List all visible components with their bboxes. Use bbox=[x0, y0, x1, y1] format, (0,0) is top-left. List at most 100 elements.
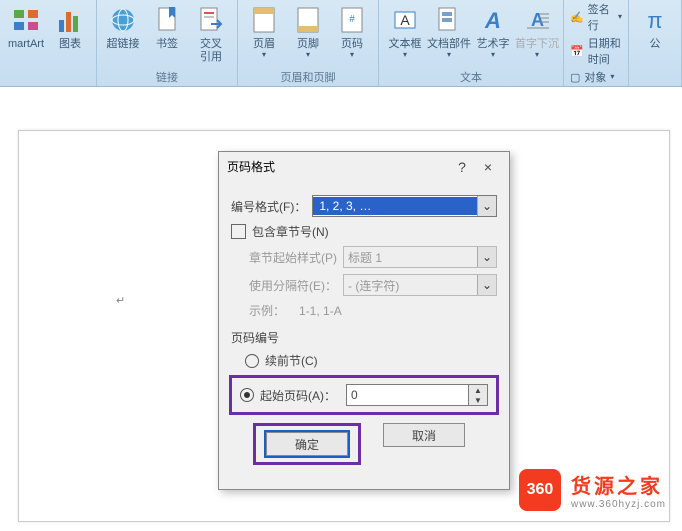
number-format-select[interactable]: 1, 2, 3, … ⌄ bbox=[312, 195, 497, 217]
start-at-label: 起始页码(A)： bbox=[260, 387, 336, 404]
ribbon-group-links: 超链接 书签 交叉 引用 链接 bbox=[97, 0, 238, 86]
textbox-icon: A bbox=[389, 4, 421, 36]
separator-select: - (连字符) ⌄ bbox=[343, 274, 497, 296]
close-button[interactable]: × bbox=[475, 159, 501, 175]
watermark-url: www.360hyzj.com bbox=[571, 499, 666, 510]
ribbon-label: 签名行 bbox=[588, 1, 614, 33]
watermark-badge: 360 bbox=[519, 469, 561, 511]
ribbon-label: 超链接 bbox=[107, 38, 140, 51]
chevron-down-icon: ▾ bbox=[535, 51, 539, 59]
ribbon-item-equation[interactable]: π 公 bbox=[633, 2, 677, 53]
smartart-icon bbox=[10, 4, 42, 36]
bookmark-icon bbox=[151, 4, 183, 36]
globe-icon bbox=[107, 4, 139, 36]
chevron-down-icon: ▾ bbox=[491, 51, 495, 59]
calendar-icon: 📅 bbox=[570, 45, 584, 58]
text-cursor: ↵ bbox=[116, 294, 125, 307]
section-pagenumbering: 页码编号 bbox=[231, 329, 497, 346]
ribbon-item-wordart[interactable]: A 艺术字 ▾ bbox=[471, 2, 515, 61]
chevron-down-icon: ▾ bbox=[306, 51, 310, 59]
ribbon-item-signature[interactable]: ✍ 签名行 ▾ bbox=[570, 1, 622, 33]
ok-button[interactable]: 确定 bbox=[266, 432, 348, 456]
ribbon-label: 日期和时间 bbox=[588, 35, 622, 67]
dialog-titlebar: 页码格式 ? × bbox=[219, 152, 509, 181]
spinner-down-icon[interactable]: ▼ bbox=[469, 395, 487, 405]
chevron-down-icon: ▾ bbox=[610, 73, 614, 81]
ribbon-group-headerfooter: 页眉 ▾ 页脚 ▾ # 页码 ▾ 页眉和页脚 bbox=[238, 0, 379, 86]
number-format-value: 1, 2, 3, … bbox=[313, 197, 477, 215]
ribbon-label: 对象 bbox=[584, 69, 606, 85]
chevron-down-icon[interactable]: ⌄ bbox=[477, 196, 496, 216]
footer-icon bbox=[292, 4, 324, 36]
watermark: 360 货源之家 www.360hyzj.com bbox=[519, 469, 666, 511]
ribbon-item-pagenumber[interactable]: # 页码 ▾ bbox=[330, 2, 374, 61]
ribbon-item-crossref[interactable]: 交叉 引用 bbox=[189, 2, 233, 66]
start-at-input[interactable]: 0 bbox=[346, 384, 469, 406]
svg-text:A: A bbox=[531, 10, 544, 30]
ribbon-group-equation: π 公 bbox=[629, 0, 682, 86]
ribbon-item-footer[interactable]: 页脚 ▾ bbox=[286, 2, 330, 61]
ribbon-item-object[interactable]: ▢ 对象 ▾ bbox=[570, 69, 622, 85]
example-value: 1-1, 1-A bbox=[299, 304, 342, 318]
ribbon-label: 交叉 引用 bbox=[200, 38, 222, 64]
chevron-down-icon: ⌄ bbox=[477, 275, 496, 295]
chapter-style-label: 章节起始样式(P) bbox=[249, 249, 337, 266]
example-label: 示例： bbox=[249, 302, 285, 319]
spinner-buttons[interactable]: ▲ ▼ bbox=[469, 384, 488, 406]
cancel-button[interactable]: 取消 bbox=[383, 423, 465, 447]
svg-text:π: π bbox=[647, 8, 662, 33]
chevron-down-icon: ▾ bbox=[350, 51, 354, 59]
quickparts-icon bbox=[433, 4, 465, 36]
chevron-down-icon: ▾ bbox=[618, 13, 622, 21]
spinner-up-icon[interactable]: ▲ bbox=[469, 385, 487, 395]
separator-value: - (连字符) bbox=[344, 277, 403, 294]
ribbon-label: 公 bbox=[650, 38, 661, 51]
ribbon-group-title bbox=[4, 83, 92, 86]
chapter-style-value: 标题 1 bbox=[344, 249, 386, 266]
dialog-title: 页码格式 bbox=[227, 158, 449, 175]
pagenumber-icon: # bbox=[336, 4, 368, 36]
svg-text:A: A bbox=[484, 8, 501, 33]
start-at-radio[interactable] bbox=[240, 388, 254, 402]
crossref-icon bbox=[195, 4, 227, 36]
ribbon-group-side: ✍ 签名行 ▾ 📅 日期和时间 ▢ 对象 ▾ bbox=[564, 0, 629, 86]
chevron-down-icon: ▾ bbox=[403, 51, 407, 59]
chapter-style-select: 标题 1 ⌄ bbox=[343, 246, 497, 268]
chart-icon bbox=[54, 4, 86, 36]
pi-icon: π bbox=[639, 4, 671, 36]
ribbon-item-bookmark[interactable]: 书签 bbox=[145, 2, 189, 53]
continue-radio[interactable] bbox=[245, 354, 259, 368]
ribbon-item-datetime[interactable]: 📅 日期和时间 bbox=[570, 35, 622, 67]
object-icon: ▢ bbox=[570, 71, 580, 84]
ribbon-group-text: A 文本框 ▾ 文档部件 ▾ A 艺术字 ▾ A 首字下沉 ▾ 文本 bbox=[379, 0, 564, 86]
ribbon-item-dropcap[interactable]: A 首字下沉 ▾ bbox=[515, 2, 559, 61]
ribbon-item-chart[interactable]: 图表 bbox=[48, 2, 92, 53]
separator-label: 使用分隔符(E)： bbox=[249, 277, 337, 294]
highlight-start-at: 起始页码(A)： 0 ▲ ▼ bbox=[229, 375, 499, 415]
include-chapter-checkbox[interactable] bbox=[231, 224, 246, 239]
ribbon-label: 图表 bbox=[59, 38, 81, 51]
ribbon-item-hyperlink[interactable]: 超链接 bbox=[101, 2, 145, 53]
ribbon-label: martArt bbox=[8, 38, 44, 51]
ribbon-item-quickparts[interactable]: 文档部件 ▾ bbox=[427, 2, 471, 61]
ribbon-item-textbox[interactable]: A 文本框 ▾ bbox=[383, 2, 427, 61]
ribbon-item-smartart[interactable]: martArt bbox=[4, 2, 48, 53]
watermark-title: 货源之家 bbox=[571, 470, 666, 499]
ribbon: martArt 图表 超链接 书签 交叉 引用 链接 bbox=[0, 0, 682, 87]
dialog-page-number-format: 页码格式 ? × 编号格式(F)： 1, 2, 3, … ⌄ 包含章节号(N) … bbox=[218, 151, 510, 490]
help-button[interactable]: ? bbox=[449, 159, 475, 175]
start-at-value: 0 bbox=[351, 388, 358, 402]
ribbon-group-title: 链接 bbox=[101, 67, 233, 86]
ribbon-label: 书签 bbox=[156, 38, 178, 51]
header-icon bbox=[248, 4, 280, 36]
number-format-label: 编号格式(F)： bbox=[231, 198, 306, 215]
continue-label: 续前节(C) bbox=[265, 352, 318, 369]
ribbon-item-header[interactable]: 页眉 ▾ bbox=[242, 2, 286, 61]
svg-text:#: # bbox=[349, 14, 355, 25]
ribbon-group-title: 文本 bbox=[383, 67, 559, 86]
signature-icon: ✍ bbox=[570, 11, 584, 24]
chevron-down-icon: ▾ bbox=[262, 51, 266, 59]
dropcap-icon: A bbox=[521, 4, 553, 36]
chevron-down-icon: ⌄ bbox=[477, 247, 496, 267]
include-chapter-label: 包含章节号(N) bbox=[252, 223, 329, 240]
